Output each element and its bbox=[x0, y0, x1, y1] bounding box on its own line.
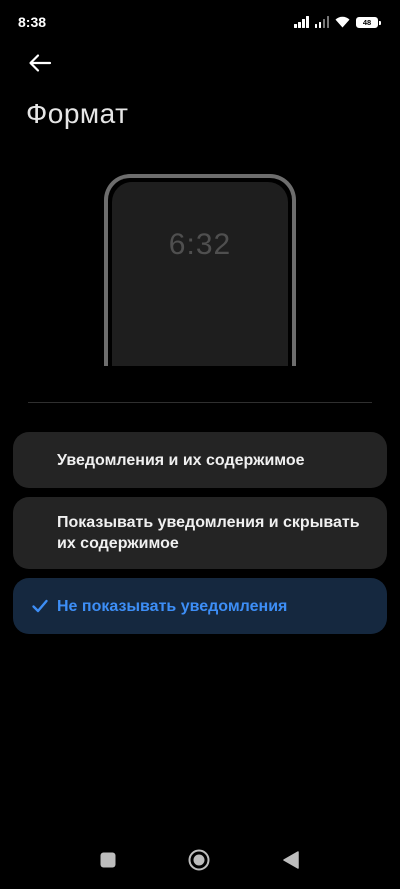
home-button[interactable] bbox=[184, 845, 214, 875]
arrow-left-icon bbox=[29, 54, 52, 72]
back-triangle-icon bbox=[283, 851, 299, 869]
phone-preview-screen: 6:32 bbox=[112, 182, 288, 366]
option-show-all[interactable]: Уведомления и их содержимое bbox=[13, 432, 387, 488]
nav-back-button[interactable] bbox=[276, 845, 306, 875]
signal-icon bbox=[314, 16, 329, 28]
option-hide-notifications[interactable]: Не показывать уведомления bbox=[13, 578, 387, 634]
status-icons: 48 bbox=[294, 14, 381, 28]
recents-square-icon bbox=[100, 852, 116, 868]
option-hide-content[interactable]: Показывать уведомления и скрывать их сод… bbox=[13, 497, 387, 569]
option-label: Показывать уведомления и скрывать их сод… bbox=[57, 514, 360, 552]
battery-icon: 48 bbox=[356, 17, 381, 28]
page-title: Формат bbox=[26, 98, 129, 129]
navigation-bar bbox=[0, 829, 400, 889]
divider bbox=[28, 402, 372, 403]
preview-clock: 6:32 bbox=[168, 228, 232, 261]
phone-preview: 6:32 bbox=[104, 174, 296, 366]
signal-icon bbox=[294, 16, 309, 28]
status-bar: 8:38 48 bbox=[0, 0, 400, 44]
status-time: 8:38 bbox=[18, 14, 47, 30]
option-label: Уведомления и их содержимое bbox=[57, 451, 305, 469]
recents-button[interactable] bbox=[93, 845, 123, 875]
option-label: Не показывать уведомления bbox=[57, 597, 288, 615]
checkmark-icon bbox=[32, 599, 48, 613]
battery-level: 48 bbox=[362, 18, 372, 27]
back-button[interactable] bbox=[26, 50, 54, 76]
wifi-icon bbox=[335, 16, 350, 28]
home-circle-icon bbox=[188, 849, 210, 871]
